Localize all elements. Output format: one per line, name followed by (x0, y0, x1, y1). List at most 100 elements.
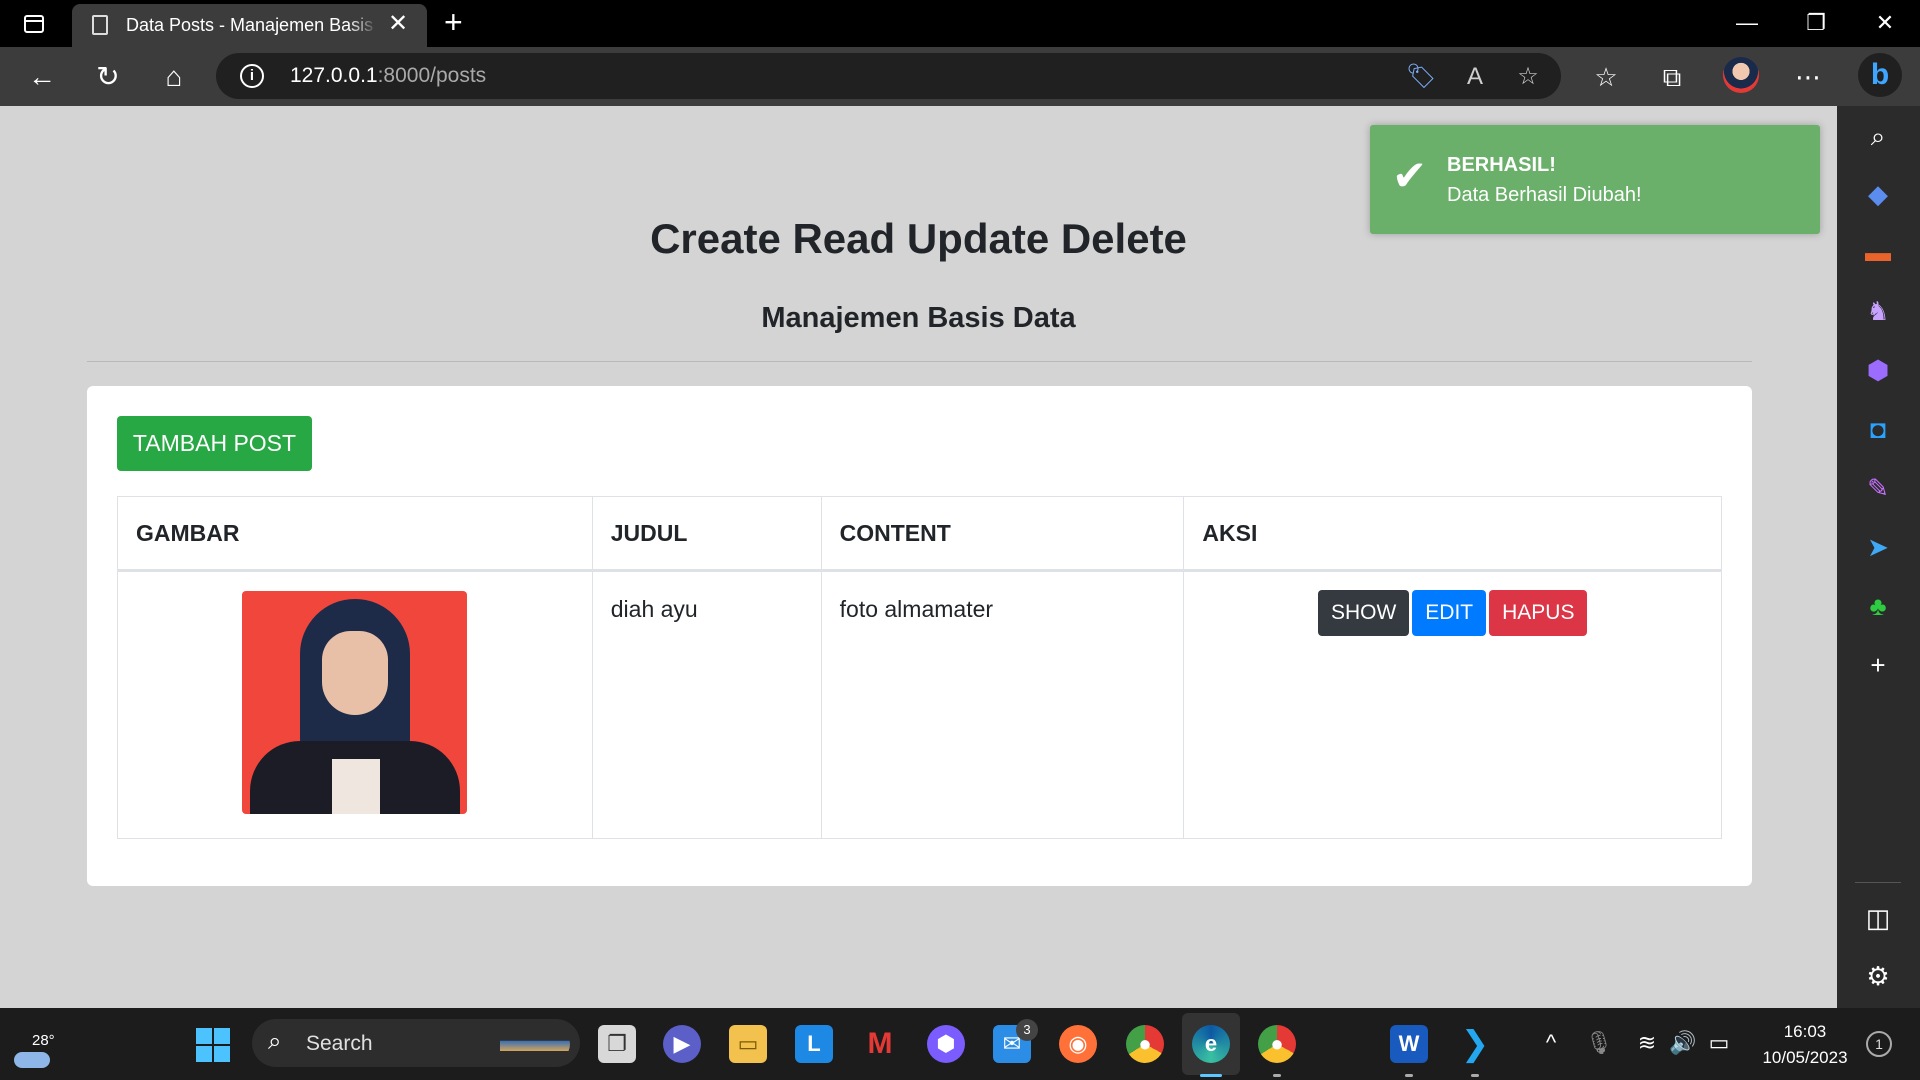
file-explorer-icon[interactable]: ▭ (729, 1025, 767, 1063)
search-icon[interactable]: ⌕ (1861, 119, 1895, 153)
favorites-icon[interactable]: ☆ (1586, 57, 1626, 97)
start-button[interactable] (196, 1028, 230, 1062)
tab-actions-icon[interactable] (20, 12, 50, 36)
url-host: 127.0.0.1 (290, 64, 378, 87)
toast-title: BERHASIL! (1447, 154, 1556, 176)
back-icon[interactable]: ← (24, 59, 60, 95)
temperature: 28° (32, 1032, 55, 1049)
home-icon[interactable]: ⌂ (156, 59, 192, 95)
page-content: Create Read Update Delete Manajemen Basi… (0, 106, 1837, 1008)
l-app-icon[interactable]: L (795, 1025, 833, 1063)
clock-time[interactable]: 16:03 (1760, 1022, 1850, 1042)
edge-icon[interactable]: e (1192, 1025, 1230, 1063)
task-view-icon[interactable]: ❐ (598, 1025, 636, 1063)
delete-button[interactable]: HAPUS (1489, 590, 1588, 636)
volume-icon[interactable]: 🔊 (1668, 1028, 1698, 1058)
add-favorite-icon[interactable]: ☆ (1513, 62, 1543, 92)
mcafee-icon[interactable]: M (861, 1025, 899, 1063)
weather-widget[interactable]: 28° (12, 1018, 62, 1070)
browser-tab-active[interactable]: Data Posts - Manajemen Basis Data ✕ (72, 4, 427, 47)
add-post-button[interactable]: TAMBAH POST (117, 416, 312, 471)
minimize-icon[interactable]: — (1727, 8, 1767, 38)
designer-icon[interactable]: ✎ (1861, 471, 1895, 505)
vscode-icon[interactable]: ❯ (1456, 1025, 1494, 1063)
edge-sidebar: ⌕ ◆ ▬ ♞ ⬢ ◘ ✎ ➤ ♣ + ◫ ⚙ (1837, 106, 1920, 1008)
copilot-taskbar-icon[interactable]: ⬢ (927, 1025, 965, 1063)
chrome-profile-icon[interactable]: ● (1258, 1025, 1296, 1063)
tab-close-icon[interactable]: ✕ (388, 12, 408, 36)
sidebar-toggle-icon[interactable]: ◫ (1861, 901, 1895, 935)
action-buttons: SHOW EDIT HAPUS (1202, 590, 1703, 636)
posts-table: GAMBAR JUDUL CONTENT AKSI diah ayu foto … (117, 496, 1722, 839)
search-highlight-art (500, 1027, 570, 1061)
browser-toolbar: ← ↻ ⌂ i 127.0.0.1:8000/posts 🏷 A ☆ ☆ ⧉ ⋯… (0, 47, 1920, 106)
profile-avatar[interactable] (1723, 57, 1759, 93)
check-icon: ✔ (1392, 152, 1428, 199)
page-subtitle: Manajemen Basis Data (761, 302, 1076, 334)
tree-icon[interactable]: ♣ (1861, 589, 1895, 623)
refresh-icon[interactable]: ↻ (90, 59, 126, 95)
cell-gambar (117, 570, 593, 839)
firefox-icon[interactable]: ◉ (1059, 1025, 1097, 1063)
info-icon[interactable]: i (240, 64, 264, 88)
cell-judul: diah ayu (591, 570, 822, 839)
battery-icon[interactable]: ▭ (1704, 1028, 1734, 1058)
notification-badge[interactable]: 1 (1866, 1031, 1892, 1057)
post-photo (242, 591, 468, 814)
add-icon[interactable]: + (1861, 648, 1895, 682)
cell-content: foto almamater (820, 570, 1185, 839)
tools-icon[interactable]: ▬ (1861, 235, 1895, 269)
show-button[interactable]: SHOW (1317, 590, 1410, 636)
cloud-icon (14, 1052, 50, 1068)
edit-button[interactable]: EDIT (1412, 590, 1487, 636)
sidebar-divider (1855, 882, 1901, 883)
games-icon[interactable]: ♞ (1861, 294, 1895, 328)
toast-message: Data Berhasil Diubah! (1447, 184, 1642, 206)
browser-titlebar: Data Posts - Manajemen Basis Data ✕ + — … (0, 0, 1920, 47)
wifi-icon[interactable]: ≋ (1632, 1028, 1662, 1058)
running-indicator (1471, 1074, 1479, 1077)
search-icon: ⌕ (268, 1028, 282, 1055)
drop-icon[interactable]: ➤ (1861, 530, 1895, 564)
table-header-row: GAMBAR JUDUL CONTENT AKSI (117, 496, 1722, 572)
success-toast[interactable]: ✔ BERHASIL! Data Berhasil Diubah! (1370, 125, 1820, 234)
search-label: Search (306, 1032, 373, 1055)
microphone-icon[interactable]: 🎙 (1584, 1028, 1614, 1058)
header-judul: JUDUL (591, 496, 822, 572)
header-gambar: GAMBAR (117, 496, 593, 572)
header-content: CONTENT (820, 496, 1185, 572)
running-indicator (1405, 1074, 1413, 1077)
table-row: diah ayu foto almamater SHOW EDIT HAPUS (117, 570, 1722, 839)
url-path: :8000/posts (377, 64, 487, 87)
divider (87, 361, 1752, 362)
copilot-icon[interactable]: ⬢ (1861, 353, 1895, 387)
running-indicator (1273, 1074, 1281, 1077)
address-bar[interactable]: i 127.0.0.1:8000/posts 🏷 A ☆ (216, 53, 1561, 99)
word-icon[interactable]: W (1390, 1025, 1428, 1063)
page-icon (92, 15, 108, 35)
chrome-icon[interactable]: ● (1126, 1025, 1164, 1063)
more-icon[interactable]: ⋯ (1788, 57, 1828, 97)
taskbar-search[interactable]: ⌕ Search (252, 1019, 580, 1067)
cell-aksi: SHOW EDIT HAPUS (1183, 570, 1722, 839)
window-close-icon[interactable]: ✕ (1865, 8, 1905, 38)
posts-card: TAMBAH POST GAMBAR JUDUL CONTENT AKSI di… (87, 386, 1752, 886)
url-text[interactable]: 127.0.0.1:8000/posts (290, 64, 486, 88)
read-aloud-icon[interactable]: A (1460, 62, 1490, 92)
chevron-up-icon[interactable]: ^ (1536, 1028, 1566, 1058)
settings-icon[interactable]: ⚙ (1861, 959, 1895, 993)
clock-date[interactable]: 10/05/2023 (1750, 1048, 1860, 1068)
collections-icon[interactable]: ⧉ (1652, 57, 1692, 97)
new-tab-button[interactable]: + (444, 6, 463, 38)
restore-icon[interactable]: ❐ (1796, 8, 1836, 38)
header-aksi: AKSI (1183, 496, 1722, 572)
coupon-icon[interactable]: 🏷 (1406, 62, 1436, 92)
edge-active-indicator (1200, 1074, 1222, 1077)
outlook-icon[interactable]: ◘ (1861, 412, 1895, 446)
bing-icon[interactable]: b (1858, 53, 1902, 97)
mail-badge: 3 (1016, 1019, 1038, 1041)
teams-icon[interactable]: ▶ (663, 1025, 701, 1063)
taskbar: 28° ⌕ Search ❐ ▶ ▭ L M ⬢ ✉ 3 ◉ ● e ● W ❯… (0, 1008, 1920, 1080)
shopping-icon[interactable]: ◆ (1861, 177, 1895, 211)
tab-title: Data Posts - Manajemen Basis Data (126, 15, 378, 37)
